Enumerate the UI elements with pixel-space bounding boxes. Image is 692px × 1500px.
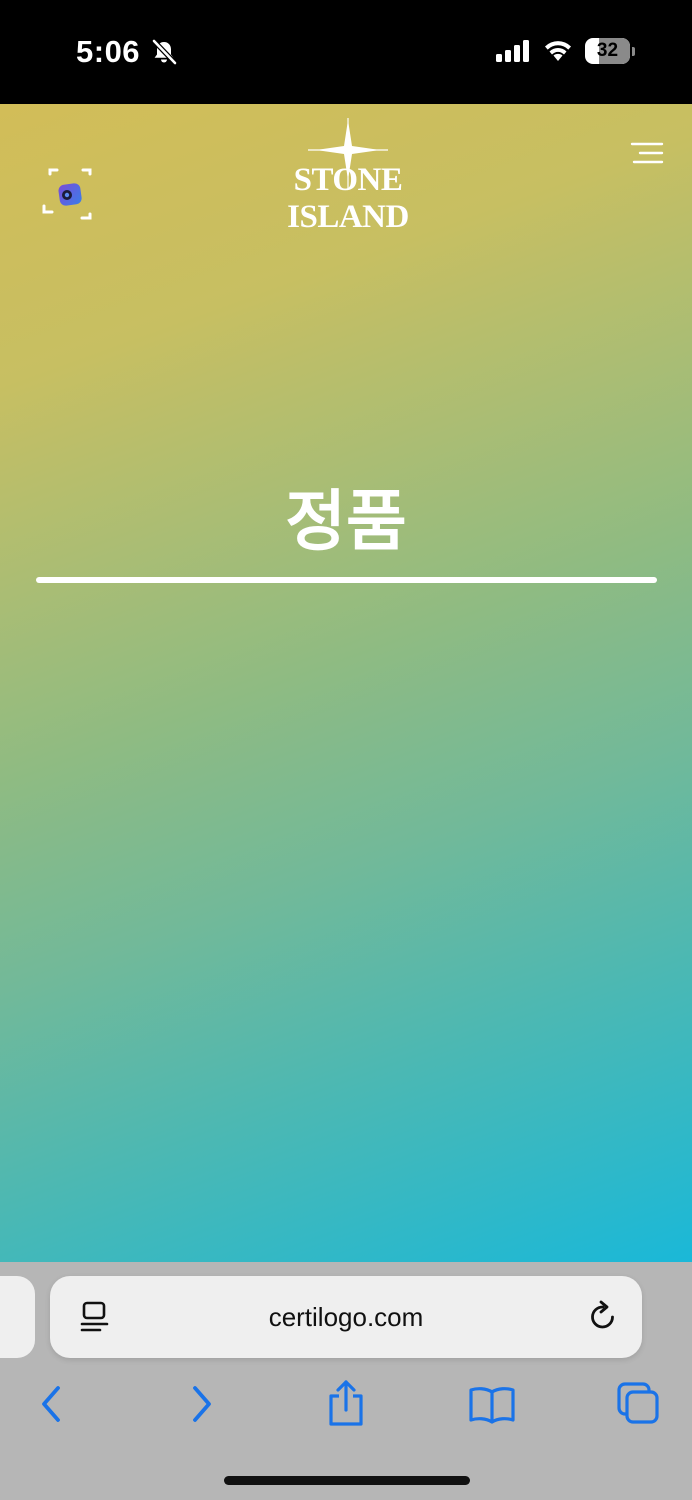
share-icon[interactable]: [321, 1380, 371, 1428]
divider: [36, 577, 657, 583]
previous-tab-preview[interactable]: [0, 1276, 35, 1358]
hamburger-menu-icon[interactable]: [628, 140, 668, 168]
battery-icon: 32: [585, 38, 635, 64]
chevron-right-icon[interactable]: [176, 1380, 226, 1428]
address-bar[interactable]: certilogo.com: [50, 1276, 642, 1358]
reader-mode-icon[interactable]: [80, 1300, 110, 1334]
wifi-icon: [545, 41, 571, 61]
scan-camera-icon[interactable]: [40, 164, 100, 224]
authenticity-result: 정품: [285, 483, 407, 560]
reload-icon[interactable]: [588, 1300, 618, 1332]
book-icon[interactable]: [467, 1380, 517, 1428]
status-bar: 5:06 32: [0, 0, 692, 104]
tabs-icon[interactable]: [613, 1380, 663, 1428]
cellular-signal-icon: [496, 40, 529, 62]
battery-level: 32: [596, 40, 619, 61]
url-text[interactable]: certilogo.com: [50, 1276, 642, 1358]
logo-text: STONE ISLAND: [287, 162, 409, 235]
web-content: STONE ISLAND 정품: [0, 104, 692, 1262]
chevron-left-icon[interactable]: [27, 1380, 77, 1428]
safari-toolbar: certilogo.com: [0, 1262, 692, 1500]
brand-logo[interactable]: STONE ISLAND: [232, 118, 464, 235]
home-indicator: [224, 1476, 470, 1485]
bell-slash-icon: [152, 39, 177, 65]
status-time: 5:06: [76, 34, 141, 69]
